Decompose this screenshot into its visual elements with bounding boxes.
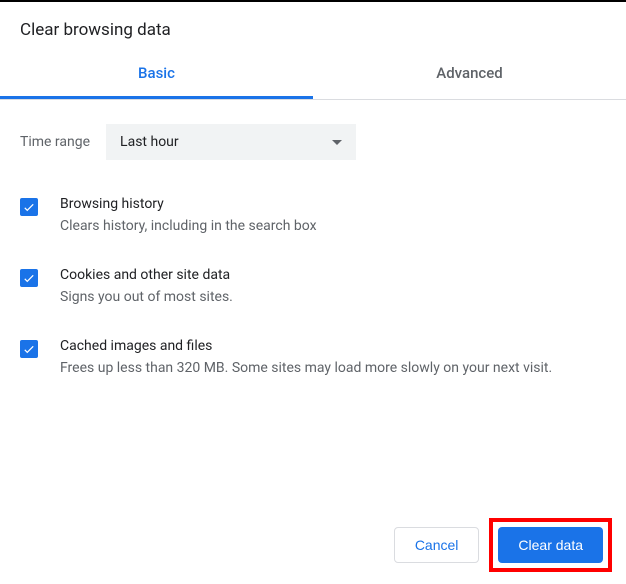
- highlight-annotation: Clear data: [489, 518, 612, 572]
- option-history-desc: Clears history, including in the search …: [60, 216, 606, 237]
- checkbox-cookies[interactable]: [20, 269, 38, 287]
- option-cookies-title: Cookies and other site data: [60, 267, 606, 283]
- check-icon: [22, 200, 36, 214]
- checkbox-browsing-history[interactable]: [20, 198, 38, 216]
- chevron-down-icon: [332, 140, 342, 145]
- option-cache-desc: Frees up less than 320 MB. Some sites ma…: [60, 358, 606, 379]
- time-range-dropdown[interactable]: Last hour: [106, 124, 356, 160]
- clear-data-button[interactable]: Clear data: [498, 527, 603, 563]
- tab-basic[interactable]: Basic: [0, 50, 313, 99]
- dialog-title: Clear browsing data: [0, 2, 626, 50]
- option-cookies-desc: Signs you out of most sites.: [60, 287, 606, 308]
- checkbox-cache[interactable]: [20, 340, 38, 358]
- cancel-button[interactable]: Cancel: [394, 527, 480, 563]
- check-icon: [22, 342, 36, 356]
- check-icon: [22, 271, 36, 285]
- tab-advanced[interactable]: Advanced: [313, 50, 626, 99]
- option-history-title: Browsing history: [60, 196, 606, 212]
- tabs-bar: Basic Advanced: [0, 50, 626, 100]
- time-range-value: Last hour: [120, 134, 179, 150]
- option-cache-title: Cached images and files: [60, 338, 606, 354]
- time-range-label: Time range: [20, 134, 90, 150]
